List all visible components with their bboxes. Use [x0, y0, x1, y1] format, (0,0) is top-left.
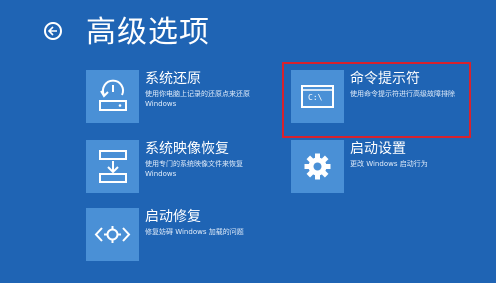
system-image-icon [86, 140, 139, 193]
back-button[interactable] [44, 22, 62, 40]
back-arrow-icon [48, 26, 57, 36]
tile-description: 使用专门的系统映像文件来恢复 Windows [145, 160, 243, 178]
tile-title: 启动修复 [145, 209, 201, 225]
tile-title: 启动设置 [350, 141, 406, 157]
system-restore-icon [86, 70, 139, 123]
tile-title: 系统还原 [145, 71, 201, 87]
page-title: 高级选项 [86, 15, 210, 50]
tile-description: 更改 Windows 启动行为 [350, 160, 428, 168]
gear-icon [291, 140, 344, 193]
tile-description: 使用你电脑上记录的还原点来还原 Windows [145, 90, 250, 108]
startup-repair-icon [86, 208, 139, 261]
highlight-box [282, 62, 471, 138]
tile-title: 系统映像恢复 [145, 141, 229, 157]
tile-description: 修复妨碍 Windows 加载的问题 [145, 228, 244, 236]
